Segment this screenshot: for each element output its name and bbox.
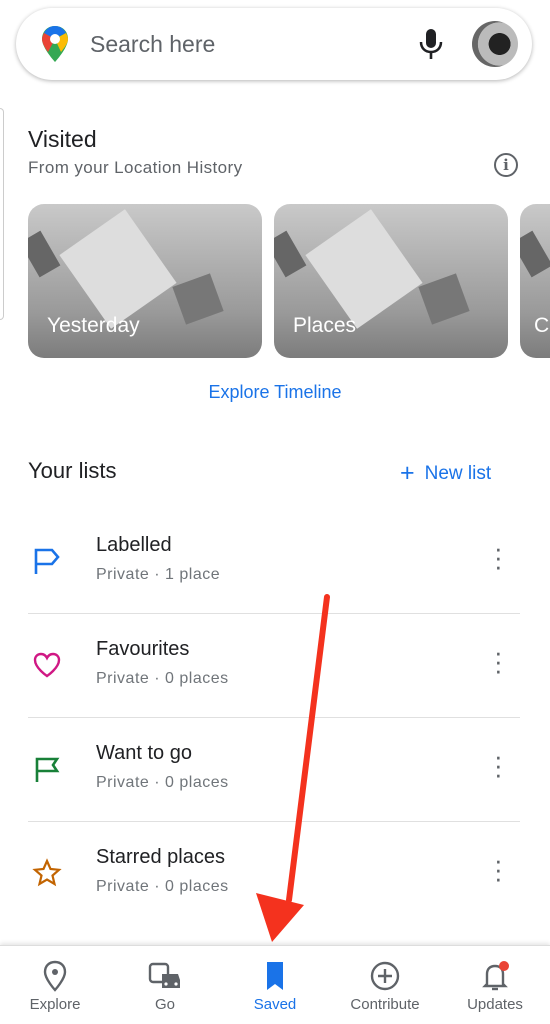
list-item-favourites[interactable]: Favourites Private · 0 places · · ·	[28, 614, 520, 718]
list-title: Favourites	[96, 638, 190, 660]
nav-label: Go	[154, 996, 175, 1013]
card-label: C	[534, 314, 550, 337]
list-meta: Private · 0 places	[96, 774, 229, 791]
list-item-starred-places[interactable]: Starred places Private · 0 places · · ·	[28, 822, 520, 926]
microphone-icon[interactable]	[418, 27, 444, 61]
visited-card-places[interactable]: Places	[274, 204, 508, 358]
explore-timeline-link[interactable]: Explore Timeline	[0, 382, 550, 403]
nav-label: Saved	[253, 996, 297, 1013]
avatar[interactable]	[472, 21, 518, 67]
nav-label: Explore	[29, 996, 81, 1013]
more-options-icon[interactable]: · · ·	[494, 847, 503, 891]
google-maps-logo-icon	[42, 26, 68, 62]
list-meta: Private · 0 places	[96, 878, 229, 895]
your-lists-heading: Your lists	[28, 458, 117, 483]
nav-explore[interactable]: Explore	[0, 946, 110, 1024]
visited-card-partial[interactable]: C	[520, 204, 550, 358]
new-list-button[interactable]: + New list	[400, 459, 491, 488]
more-options-icon[interactable]: · · ·	[494, 743, 503, 787]
more-options-icon[interactable]: · · ·	[494, 639, 503, 683]
nav-label: Contribute	[350, 996, 420, 1013]
list-meta: Private · 1 place	[96, 566, 221, 583]
list-item-labelled[interactable]: Labelled Private · 1 place · · ·	[28, 510, 520, 614]
new-list-label: New list	[424, 463, 492, 484]
bookmark-icon	[267, 962, 283, 990]
add-circle-icon	[370, 961, 400, 991]
partial-card-edge	[0, 108, 4, 320]
list-title: Starred places	[96, 846, 225, 868]
search-bar[interactable]: Search here	[16, 8, 532, 80]
flag-icon	[35, 757, 60, 782]
nav-go[interactable]: Go	[110, 946, 220, 1024]
nav-saved[interactable]: Saved	[220, 946, 330, 1024]
list-title: Want to go	[96, 742, 192, 764]
more-options-icon[interactable]: · · ·	[494, 535, 503, 579]
notification-bell-icon	[482, 961, 509, 991]
list-item-want-to-go[interactable]: Want to go Private · 0 places · · ·	[28, 718, 520, 822]
nav-label: Updates	[467, 996, 523, 1013]
label-flag-icon	[34, 548, 60, 574]
heart-icon	[33, 652, 61, 678]
search-input[interactable]: Search here	[90, 31, 418, 58]
bottom-navigation: Explore Go Saved Contribute Updates	[0, 945, 550, 1024]
nav-updates[interactable]: Updates	[440, 946, 550, 1024]
visited-card-yesterday[interactable]: Yesterday	[28, 204, 262, 358]
location-pin-icon	[43, 960, 67, 992]
card-label: Places	[293, 314, 357, 337]
plus-icon: +	[400, 459, 415, 487]
visited-heading: Visited	[28, 126, 97, 152]
list-title: Labelled	[96, 534, 172, 556]
list-meta: Private · 0 places	[96, 670, 229, 687]
star-icon	[32, 858, 62, 887]
info-icon[interactable]: i	[494, 153, 518, 177]
card-label: Yesterday	[47, 314, 140, 337]
commute-icon	[148, 962, 180, 988]
visited-subtitle: From your Location History	[28, 158, 243, 177]
nav-contribute[interactable]: Contribute	[330, 946, 440, 1024]
